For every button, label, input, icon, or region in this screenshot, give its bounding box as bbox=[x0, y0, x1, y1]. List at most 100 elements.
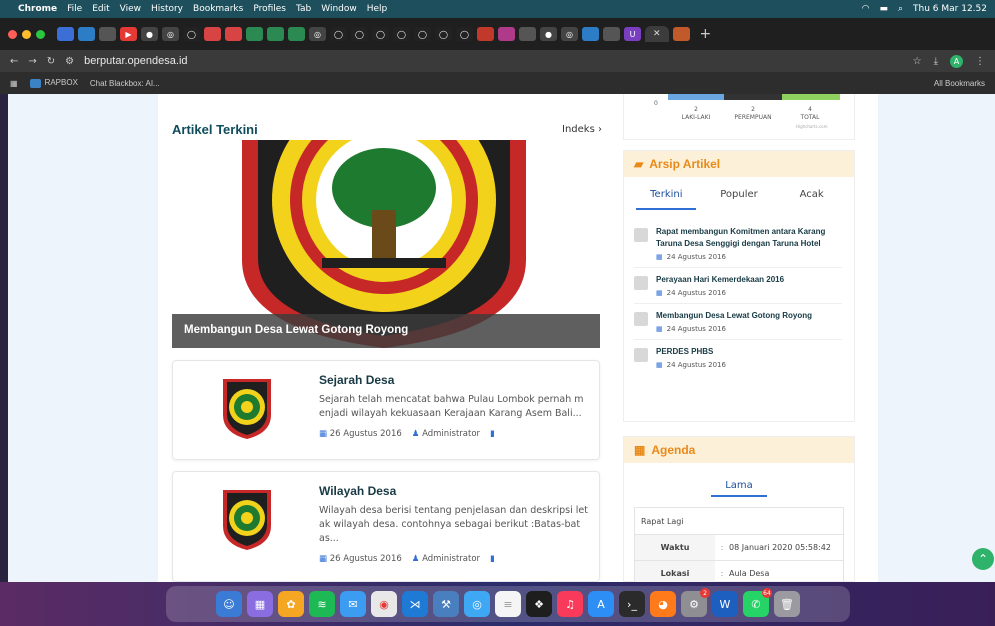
vscode-icon[interactable]: ⋊ bbox=[402, 591, 428, 617]
app-store-icon[interactable]: A bbox=[588, 591, 614, 617]
new-tab-button[interactable]: + bbox=[700, 26, 712, 42]
music-icon[interactable]: ♫ bbox=[557, 591, 583, 617]
bookmark-icon[interactable]: ▮ bbox=[490, 429, 495, 439]
more-menu-icon[interactable]: ⋮ bbox=[975, 56, 985, 67]
bookmark-chat-blackbox[interactable]: Chat Blackbox: AI... bbox=[90, 79, 160, 88]
chart-credit[interactable]: Highcharts.com bbox=[796, 124, 828, 129]
bookmark-rapbox[interactable]: RAPBOX bbox=[29, 78, 78, 88]
article-title[interactable]: PERDES PHBS bbox=[656, 346, 726, 358]
menu-window[interactable]: Window bbox=[321, 4, 357, 14]
tab-favicon[interactable]: ◎ bbox=[561, 27, 578, 41]
tab-favicon[interactable] bbox=[498, 27, 515, 41]
menubar-app-name[interactable]: Chrome bbox=[18, 4, 57, 14]
menu-bookmarks[interactable]: Bookmarks bbox=[193, 4, 243, 14]
mail-icon[interactable]: ✉ bbox=[340, 591, 366, 617]
close-window-button[interactable] bbox=[8, 29, 17, 39]
tab-favicon[interactable]: ● bbox=[540, 27, 557, 41]
apps-grid-icon[interactable]: ▦ bbox=[10, 79, 18, 88]
back-icon[interactable]: ← bbox=[10, 56, 18, 67]
menu-help[interactable]: Help bbox=[367, 4, 388, 14]
tab-favicon[interactable] bbox=[603, 27, 620, 41]
minimize-window-button[interactable] bbox=[22, 29, 31, 39]
menu-profiles[interactable]: Profiles bbox=[253, 4, 286, 14]
github-tab-icon[interactable]: ◯ bbox=[435, 27, 452, 41]
github-tab-icon[interactable]: ◯ bbox=[414, 27, 431, 41]
tab-favicon[interactable]: U bbox=[624, 27, 641, 41]
wifi-icon[interactable]: ◠ bbox=[862, 4, 870, 14]
zoom-window-button[interactable] bbox=[36, 29, 45, 39]
youtube-tab-icon[interactable]: ▶ bbox=[120, 27, 137, 41]
article-title[interactable]: Perayaan Hari Kemerdekaan 2016 bbox=[656, 274, 784, 286]
tab-favicon[interactable] bbox=[672, 27, 690, 41]
tab-favicon[interactable]: ● bbox=[141, 27, 158, 41]
search-icon[interactable]: ⌕ bbox=[898, 4, 903, 14]
scroll-to-top-button[interactable]: ⌃ bbox=[972, 548, 994, 570]
list-item[interactable]: Membangun Desa Lewat Gotong Royong ▦ 24 A… bbox=[634, 304, 842, 340]
terminal-icon[interactable]: ›_ bbox=[619, 591, 645, 617]
finder-icon[interactable]: ☺ bbox=[216, 591, 242, 617]
github-tab-icon[interactable]: ◯ bbox=[456, 27, 473, 41]
card-title[interactable]: Wilayah Desa bbox=[319, 484, 591, 498]
profile-avatar[interactable]: A bbox=[950, 54, 963, 68]
list-item[interactable]: PERDES PHBS ▦ 24 Agustus 2016 bbox=[634, 340, 842, 375]
chrome-icon[interactable]: ◉ bbox=[371, 591, 397, 617]
forward-icon[interactable]: → bbox=[28, 56, 36, 67]
card-title[interactable]: Sejarah Desa bbox=[319, 373, 591, 387]
tab-favicon[interactable] bbox=[78, 27, 95, 41]
article-card[interactable]: Wilayah Desa Wilayah desa berisi tentang… bbox=[172, 471, 600, 582]
tab-favicon[interactable] bbox=[582, 27, 599, 41]
firefox-icon[interactable]: ◕ bbox=[650, 591, 676, 617]
tab-favicon[interactable] bbox=[246, 27, 263, 41]
featured-article[interactable]: Membangun Desa Lewat Gotong Royong bbox=[172, 140, 600, 348]
system-settings-icon[interactable]: ⚙ 2 bbox=[681, 588, 710, 617]
tab-favicon[interactable] bbox=[204, 27, 221, 41]
article-title[interactable]: Rapat membangun Komitmen antara Karang T… bbox=[656, 226, 842, 250]
clock[interactable]: Thu 6 Mar 12.52 bbox=[913, 4, 987, 14]
menu-file[interactable]: File bbox=[67, 4, 82, 14]
tab-favicon[interactable] bbox=[477, 27, 494, 41]
tab-favicon[interactable] bbox=[225, 27, 242, 41]
spotify-icon[interactable]: ≋ bbox=[309, 591, 335, 617]
menu-tab[interactable]: Tab bbox=[296, 4, 311, 14]
tab-favicon[interactable] bbox=[99, 27, 116, 41]
article-card[interactable]: Sejarah Desa Sejarah telah mencatat bahw… bbox=[172, 360, 600, 460]
site-info-icon[interactable]: ⚙ bbox=[65, 56, 74, 67]
tab-lama[interactable]: Lama bbox=[711, 480, 767, 497]
github-tab-icon[interactable]: ◯ bbox=[351, 27, 368, 41]
xcode-icon[interactable]: ⚒ bbox=[433, 591, 459, 617]
menu-edit[interactable]: Edit bbox=[92, 4, 109, 14]
url-field[interactable]: berputar.opendesa.id bbox=[84, 55, 902, 67]
tab-favicon[interactable]: ◎ bbox=[162, 27, 179, 41]
whatsapp-icon[interactable]: ✆ 64 bbox=[743, 588, 772, 617]
github-tab-icon[interactable]: ◯ bbox=[372, 27, 389, 41]
menu-view[interactable]: View bbox=[120, 4, 141, 14]
github-tab-icon[interactable]: ◯ bbox=[183, 27, 200, 41]
reload-icon[interactable]: ↻ bbox=[47, 56, 55, 67]
tab-terkini[interactable]: Terkini bbox=[636, 189, 697, 210]
list-item[interactable]: Perayaan Hari Kemerdekaan 2016 ▦ 24 Agust… bbox=[634, 268, 842, 304]
bookmark-icon[interactable]: ▮ bbox=[490, 554, 495, 564]
tab-favicon[interactable]: ◎ bbox=[309, 27, 326, 41]
menu-history[interactable]: History bbox=[151, 4, 183, 14]
launchpad-icon[interactable]: ▦ bbox=[247, 591, 273, 617]
tab-favicon[interactable] bbox=[267, 27, 284, 41]
star-icon[interactable]: ☆ bbox=[913, 56, 922, 67]
active-tab[interactable]: ✕ bbox=[645, 26, 669, 42]
download-icon[interactable]: ⤓ bbox=[934, 56, 938, 67]
tab-favicon[interactable] bbox=[288, 27, 305, 41]
tab-favicon[interactable] bbox=[519, 27, 536, 41]
all-bookmarks-button[interactable]: All Bookmarks bbox=[934, 79, 985, 88]
trash-icon[interactable]: 🗑 bbox=[774, 591, 800, 617]
tab-acak[interactable]: Acak bbox=[782, 189, 842, 210]
tab-favicon[interactable] bbox=[57, 27, 74, 41]
tab-populer[interactable]: Populer bbox=[709, 189, 769, 210]
github-tab-icon[interactable]: ◯ bbox=[330, 27, 347, 41]
index-link[interactable]: Indeks › bbox=[562, 124, 602, 135]
photos-icon[interactable]: ✿ bbox=[278, 591, 304, 617]
article-title[interactable]: Membangun Desa Lewat Gotong Royong bbox=[656, 310, 812, 322]
word-icon[interactable]: W bbox=[712, 591, 738, 617]
battery-icon[interactable]: ▬ bbox=[879, 4, 888, 14]
featured-title[interactable]: Membangun Desa Lewat Gotong Royong bbox=[172, 314, 600, 348]
notes-icon[interactable]: ≡ bbox=[495, 591, 521, 617]
github-tab-icon[interactable]: ◯ bbox=[393, 27, 410, 41]
